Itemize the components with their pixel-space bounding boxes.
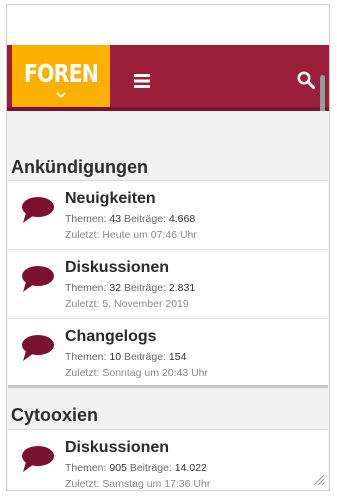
- forum-title[interactable]: Diskussionen: [65, 259, 169, 277]
- search-icon[interactable]: [297, 71, 315, 89]
- themen-label: Themen:: [65, 282, 107, 294]
- forum-row[interactable]: Diskussionen Themen: 32 Beiträge: 2.831 …: [8, 250, 328, 319]
- speech-bubble-icon: [22, 335, 54, 361]
- menu-icon[interactable]: [134, 74, 150, 88]
- themen-label: Themen:: [65, 351, 107, 363]
- last-post[interactable]: Zuletzt: Samstag um 17:36 Uhr: [65, 478, 210, 490]
- forum-list: Neuigkeiten Themen: 43 Beiträge: 4.668 Z…: [8, 180, 328, 388]
- themen-count: 32: [109, 282, 122, 294]
- chevron-down-icon: [56, 92, 66, 98]
- forum-stats: Themen: 905 Beiträge: 14.022: [65, 462, 207, 474]
- speech-bubble-icon: [22, 446, 54, 472]
- forum-title[interactable]: Neuigkeiten: [65, 190, 156, 208]
- foren-tab[interactable]: FOREN: [12, 45, 110, 107]
- forum-row[interactable]: Neuigkeiten Themen: 43 Beiträge: 4.668 Z…: [8, 181, 328, 250]
- themen-count: 10: [109, 351, 122, 363]
- beitraege-label: Beiträge:: [123, 213, 166, 225]
- forum-row[interactable]: Changelogs Themen: 10 Beiträge: 154 Zule…: [8, 319, 328, 388]
- beitraege-label: Beiträge:: [123, 282, 166, 294]
- last-post[interactable]: Zuletzt: Sonntag um 20:43 Uhr: [65, 367, 208, 379]
- resize-grip-icon[interactable]: [313, 474, 325, 486]
- section-title: Cytooxien: [11, 405, 99, 425]
- forum-stats: Themen: 43 Beiträge: 4.668: [65, 213, 195, 225]
- beitraege-count: 4.668: [168, 213, 196, 225]
- forum-title[interactable]: Changelogs: [65, 328, 157, 346]
- beitraege-count: 154: [168, 351, 187, 363]
- themen-count: 43: [109, 213, 122, 225]
- navbar: FOREN: [7, 45, 329, 111]
- beitraege-label: Beiträge:: [123, 351, 166, 363]
- themen-count: 905: [109, 462, 127, 474]
- beitraege-label: Beiträge:: [129, 462, 172, 474]
- speech-bubble-icon: [22, 266, 54, 292]
- beitraege-count: 2.831: [168, 282, 196, 294]
- themen-label: Themen:: [65, 462, 107, 474]
- last-post[interactable]: Zuletzt: Heute um 07:46 Uhr: [65, 229, 197, 241]
- forum-content: Ankündigungen Neuigkeiten Themen: 43 Bei…: [7, 111, 329, 490]
- themen-label: Themen:: [65, 213, 107, 225]
- top-spacer: [7, 5, 329, 45]
- last-post[interactable]: Zuletzt: 5. November 2019: [65, 298, 189, 310]
- forum-list: Diskussionen Themen: 905 Beiträge: 14.02…: [8, 429, 328, 490]
- forum-stats: Themen: 10 Beiträge: 154: [65, 351, 186, 363]
- forum-title[interactable]: Diskussionen: [65, 439, 169, 457]
- browser-viewport: FOREN Ankündigungen Neuigkeiten Themen: …: [6, 4, 330, 491]
- forum-row[interactable]: Diskussionen Themen: 905 Beiträge: 14.02…: [8, 430, 328, 490]
- speech-bubble-icon: [22, 197, 54, 223]
- foren-logo-label: FOREN: [23, 59, 99, 88]
- section-title: Ankündigungen: [11, 157, 148, 177]
- beitraege-count: 14.022: [174, 462, 207, 474]
- forum-stats: Themen: 32 Beiträge: 2.831: [65, 282, 195, 294]
